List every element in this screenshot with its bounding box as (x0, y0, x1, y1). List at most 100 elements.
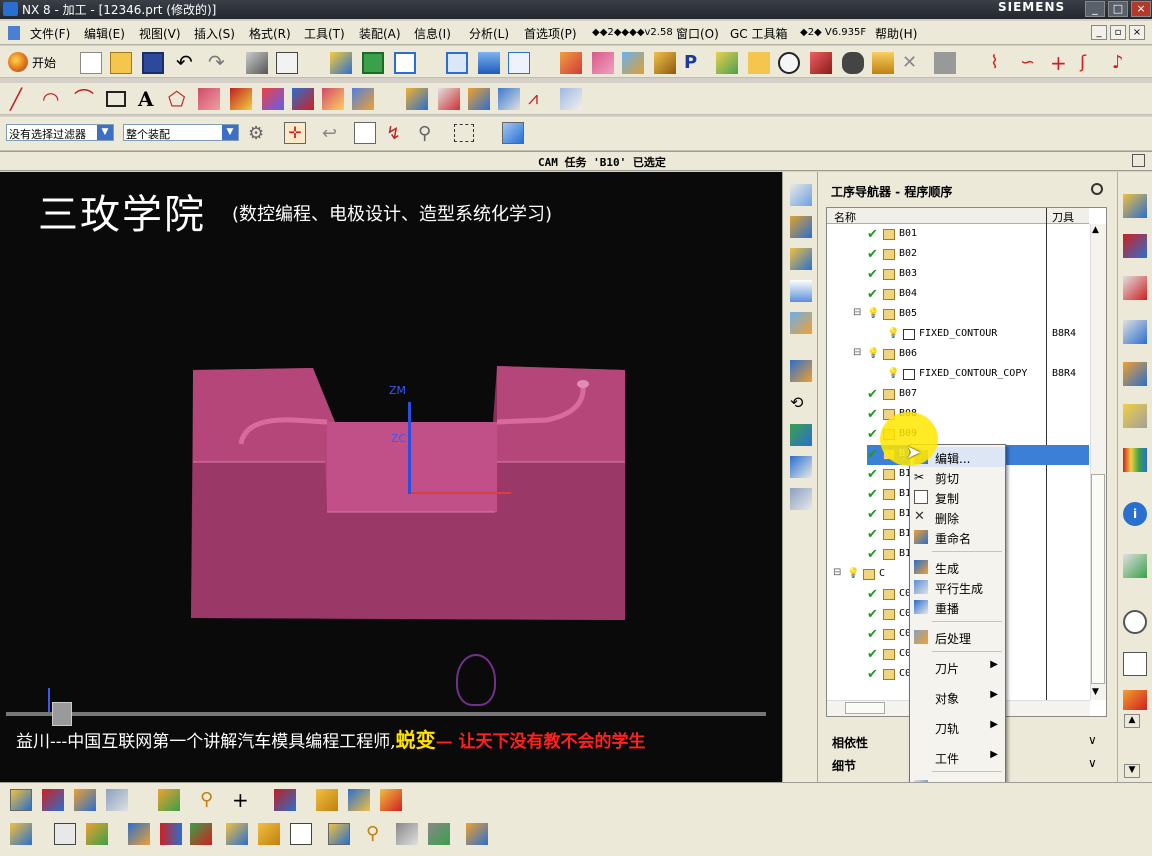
resource-tab-assembly-icon[interactable] (1123, 362, 1147, 386)
tree-row-b01[interactable]: ✔ B01 (827, 225, 1089, 245)
snap-icon[interactable]: ✕ (902, 52, 924, 74)
tree-row-b02[interactable]: ✔ B02 (827, 245, 1089, 265)
workpiece-icon[interactable] (54, 823, 76, 845)
curve-tool-3-icon[interactable]: ʃ (1080, 52, 1102, 74)
menu-window[interactable]: 窗口(O) (676, 25, 719, 42)
cut-region-icon[interactable] (380, 789, 402, 811)
menu-file[interactable]: 文件(F) (30, 25, 70, 42)
menu-plugin[interactable]: ◆◆2◆◆◆◆v2.58 (592, 27, 673, 38)
maximize-button[interactable]: □ (1108, 1, 1128, 17)
tree-vscroll-thumb[interactable] (1091, 474, 1105, 684)
menu-preferences[interactable]: 首选项(P) (524, 25, 577, 42)
menu-item-workpiece[interactable]: 工件 ▶ (910, 747, 1005, 767)
curve-tool-2-icon[interactable]: ∽ (1020, 52, 1042, 74)
menu-item-postprocess[interactable]: 后处理 (910, 627, 1005, 647)
curve-length-icon[interactable]: ⩘ (528, 88, 550, 110)
intersect-curve-icon[interactable] (292, 88, 314, 110)
menu-item-cut[interactable]: ✂ 剪切 (910, 467, 1005, 487)
fit-view-icon[interactable] (394, 52, 416, 74)
transform-icon[interactable] (246, 52, 268, 74)
bucket-icon[interactable] (872, 52, 894, 74)
list-toolpath-icon[interactable] (790, 456, 812, 478)
bridge-curve-icon[interactable] (230, 88, 252, 110)
add-icon[interactable]: + (232, 789, 254, 811)
menu-gc-toolbox[interactable]: GC 工具箱 (730, 25, 788, 42)
machine-axis-icon[interactable] (274, 789, 296, 811)
doc-minimize-button[interactable]: _ (1091, 25, 1107, 40)
folder-export-icon[interactable] (748, 52, 770, 74)
open-folder-icon[interactable] (110, 52, 132, 74)
verify-toolpath-icon[interactable] (790, 424, 812, 446)
replay-toolpath-icon[interactable]: ⟲ (790, 392, 812, 414)
curve-icon[interactable]: ⌒ (74, 88, 96, 110)
column-name-header[interactable]: 名称 (834, 209, 856, 225)
geometry-view-icon[interactable] (74, 789, 96, 811)
arc-icon[interactable]: ◠ (42, 88, 64, 110)
tree-row-b03[interactable]: ✔ B03 (827, 265, 1089, 285)
trim-curve-icon[interactable] (468, 88, 490, 110)
details-expand-icon[interactable]: ∨ (1088, 756, 1097, 770)
machine-tool-view-icon[interactable] (42, 789, 64, 811)
resource-scroll-down-icon[interactable]: ▼ (1124, 764, 1140, 778)
spindle-icon[interactable] (396, 823, 418, 845)
offset-curve-icon[interactable] (198, 88, 220, 110)
create-program-icon[interactable] (790, 184, 812, 206)
edit-param-icon[interactable] (438, 88, 460, 110)
blank-icon[interactable] (348, 789, 370, 811)
tree-row-b06[interactable]: ⊟ 💡 B06 (827, 345, 1089, 365)
section-curve-icon[interactable] (352, 88, 374, 110)
resource-tab-geometry-icon[interactable] (1123, 320, 1147, 344)
tree-row-b04[interactable]: ✔ B04 (827, 285, 1089, 305)
edit-object-icon[interactable] (158, 789, 180, 811)
pencil-icon[interactable] (330, 52, 352, 74)
save-icon[interactable] (142, 52, 164, 74)
menu-analysis[interactable]: 分析(L) (469, 25, 509, 42)
timeline-slider-handle[interactable] (52, 702, 72, 726)
project-curve-icon[interactable] (262, 88, 284, 110)
region-icon[interactable] (226, 823, 248, 845)
collapse-icon[interactable]: ⊟ (833, 567, 841, 578)
shop-doc-icon[interactable] (716, 52, 738, 74)
method-view-icon[interactable] (106, 789, 128, 811)
menu-info[interactable]: 信息(I) (414, 25, 451, 42)
tool-select-icon[interactable] (10, 823, 32, 845)
menu-insert[interactable]: 插入(S) (194, 25, 235, 42)
resource-tab-history-icon[interactable] (1123, 610, 1147, 634)
doc-close-button[interactable]: × (1129, 25, 1145, 40)
resource-tab-part-icon[interactable] (1123, 404, 1147, 428)
cam-geometry-icon[interactable] (654, 52, 676, 74)
resource-tab-palette-icon[interactable] (1123, 448, 1147, 472)
select-body-icon[interactable]: ⚲ (418, 123, 440, 145)
menu-item-rename[interactable]: 重命名 (910, 527, 1005, 547)
back-arrow-icon[interactable]: ↩ (322, 123, 344, 145)
minimize-button[interactable]: _ (1085, 1, 1105, 17)
select-edge-icon[interactable]: ↯ (386, 123, 408, 145)
scroll-up-icon[interactable]: ▲ (1092, 225, 1099, 235)
stretch-curve-icon[interactable] (498, 88, 520, 110)
rectangle-icon[interactable] (106, 91, 126, 107)
status-expand-icon[interactable] (1132, 154, 1145, 167)
tree-row-b09[interactable]: ✔B09 (827, 425, 1089, 445)
polygon-icon[interactable]: ⬠ (168, 88, 190, 110)
curve-tool-1-icon[interactable]: ⌇ (990, 52, 1012, 74)
attach-icon[interactable]: ⚲ (200, 789, 222, 811)
collapse-icon[interactable]: ⊟ (853, 347, 861, 358)
resource-scroll-up-icon[interactable]: ▲ (1124, 714, 1140, 728)
tree-row-b07[interactable]: ✔ B07 (827, 385, 1089, 405)
trim-icon[interactable]: + (1050, 52, 1072, 74)
close-button[interactable]: × (1131, 1, 1151, 17)
stock-icon[interactable] (316, 789, 338, 811)
create-method-icon[interactable] (790, 280, 812, 302)
resource-tab-navigator-icon[interactable] (1123, 194, 1147, 218)
details-section-label[interactable]: 细节 (832, 757, 856, 774)
menu-item-copy[interactable]: 复制 (910, 487, 1005, 507)
dependency-expand-icon[interactable]: ∨ (1088, 733, 1097, 747)
tree-row-fixed-contour[interactable]: 💡 FIXED_CONTOUR B8R4 (827, 325, 1089, 345)
column-tool-header[interactable]: 刀具 (1052, 209, 1074, 225)
menu-item-toolpath[interactable]: 刀轨 ▶ (910, 717, 1005, 737)
clearance-icon[interactable] (290, 823, 312, 845)
mirror-icon[interactable] (160, 823, 182, 845)
undo-icon[interactable]: ↶ (176, 52, 198, 74)
path-icon[interactable] (258, 823, 280, 845)
orient-icon[interactable] (328, 823, 350, 845)
